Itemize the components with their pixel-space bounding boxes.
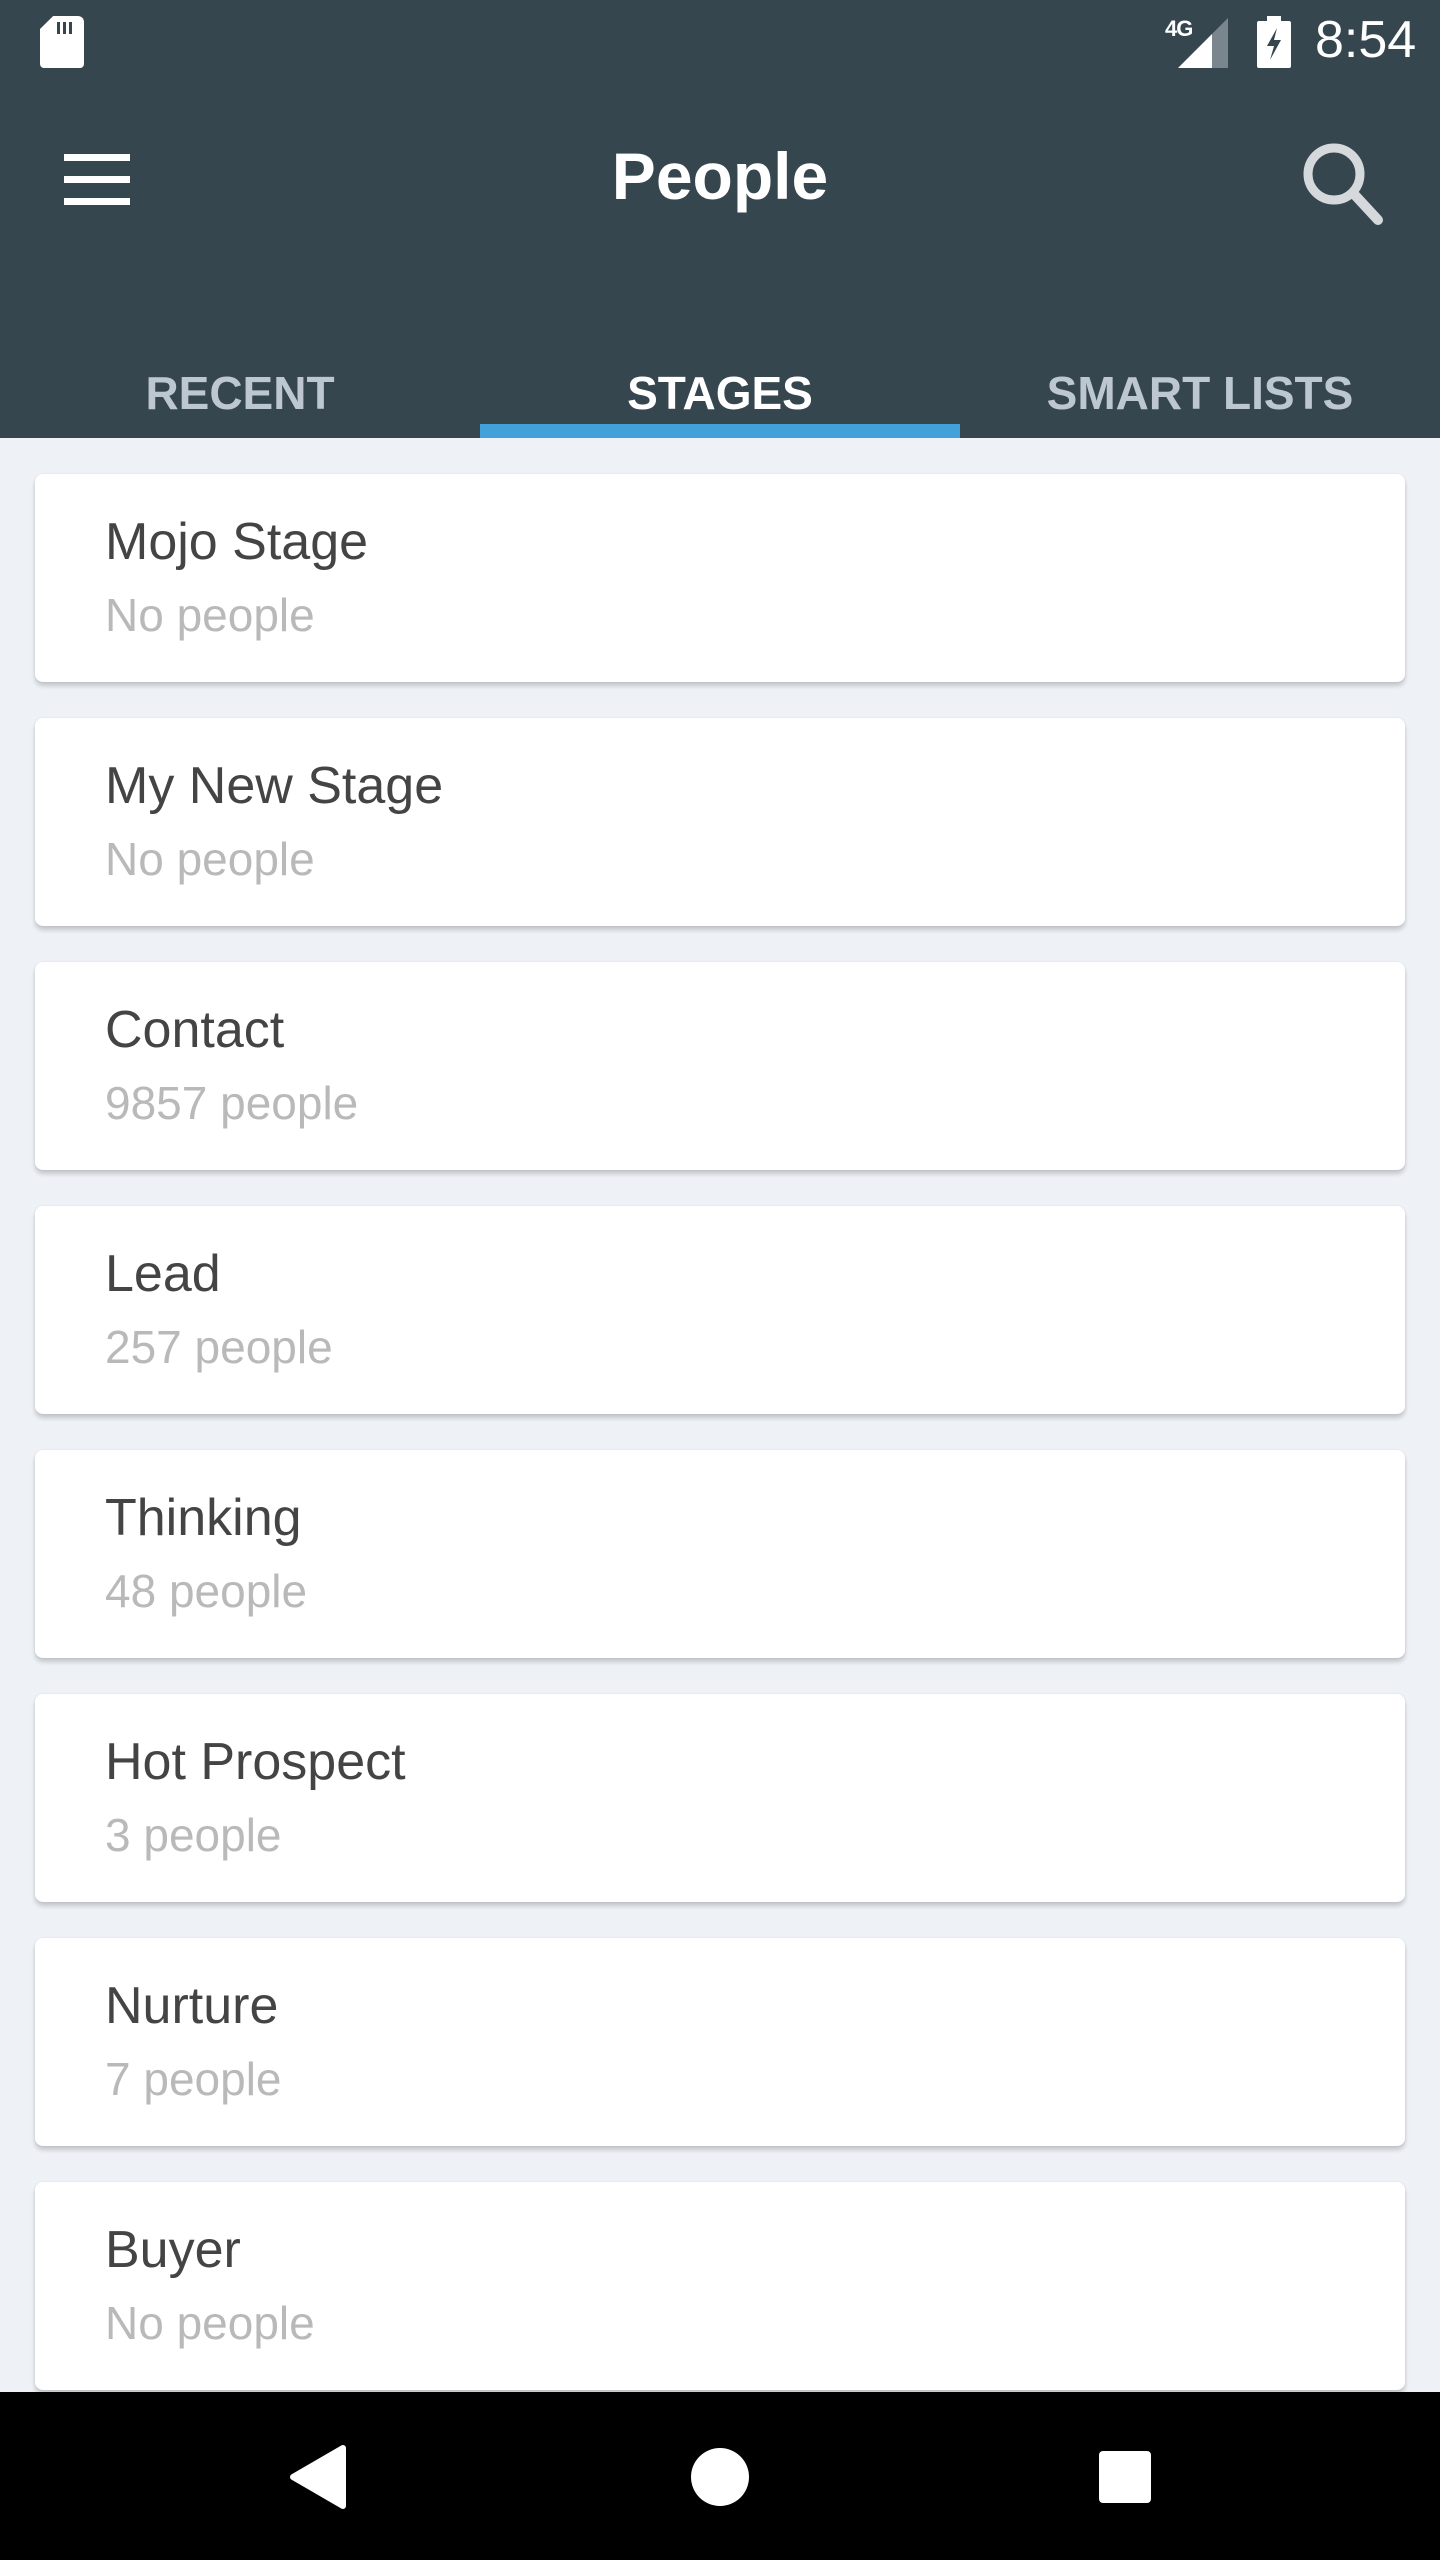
tab-label: STAGES <box>627 367 813 419</box>
stage-card-hot-prospect[interactable]: Hot Prospect 3 people <box>35 1694 1405 1902</box>
tab-label: SMART LISTS <box>1046 367 1354 419</box>
back-icon[interactable] <box>283 2442 353 2512</box>
search-icon[interactable] <box>1296 136 1386 226</box>
stage-people-count: 7 people <box>105 2053 282 2105</box>
stage-name: Mojo Stage <box>105 513 369 571</box>
tab-label: RECENT <box>145 367 335 419</box>
tab-smart-lists[interactable]: SMART LISTS <box>960 320 1440 438</box>
stage-people-count: 3 people <box>105 1809 282 1861</box>
sd-card-icon <box>40 16 84 68</box>
stage-name: Buyer <box>105 2221 241 2279</box>
stage-people-count: 257 people <box>105 1321 333 1373</box>
status-bar: 4G 8:54 <box>0 0 1440 84</box>
stage-name: Thinking <box>105 1489 302 1547</box>
tab-stages[interactable]: STAGES <box>480 320 960 438</box>
home-icon[interactable] <box>685 2442 755 2512</box>
stage-people-count: No people <box>105 589 315 641</box>
stage-people-count: 48 people <box>105 1565 308 1617</box>
active-tab-indicator <box>480 424 960 438</box>
page-title: People <box>611 139 829 213</box>
stage-name: Hot Prospect <box>105 1733 406 1791</box>
stage-people-count: No people <box>105 833 315 885</box>
stage-card-my-new-stage[interactable]: My New Stage No people <box>35 718 1405 926</box>
clock: 8:54 <box>1315 11 1417 69</box>
system-nav-bar <box>0 2392 1440 2560</box>
stage-card-contact[interactable]: Contact 9857 people <box>35 962 1405 1170</box>
app-bar: People RECENT STAGES SMART LISTS <box>0 84 1440 438</box>
tab-bar: RECENT STAGES SMART LISTS <box>0 320 1440 438</box>
stage-people-count: No people <box>105 2297 315 2349</box>
stage-name: Contact <box>105 1001 285 1059</box>
stage-name: My New Stage <box>105 757 444 815</box>
stage-card-nurture[interactable]: Nurture 7 people <box>35 1938 1405 2146</box>
battery-charging-icon <box>1257 16 1291 68</box>
stage-card-thinking[interactable]: Thinking 48 people <box>35 1450 1405 1658</box>
tab-recent[interactable]: RECENT <box>0 320 480 438</box>
stage-card-buyer[interactable]: Buyer No people <box>35 2182 1405 2390</box>
recents-icon[interactable] <box>1090 2442 1160 2512</box>
stage-list: Mojo Stage No people My New Stage No peopl… <box>35 474 1405 2426</box>
stage-people-count: 9857 people <box>105 1077 359 1129</box>
stage-card-lead[interactable]: Lead 257 people <box>35 1206 1405 1414</box>
stage-card-mojo-stage[interactable]: Mojo Stage No people <box>35 474 1405 682</box>
stage-name: Nurture <box>105 1977 279 2035</box>
stage-name: Lead <box>105 1245 221 1303</box>
